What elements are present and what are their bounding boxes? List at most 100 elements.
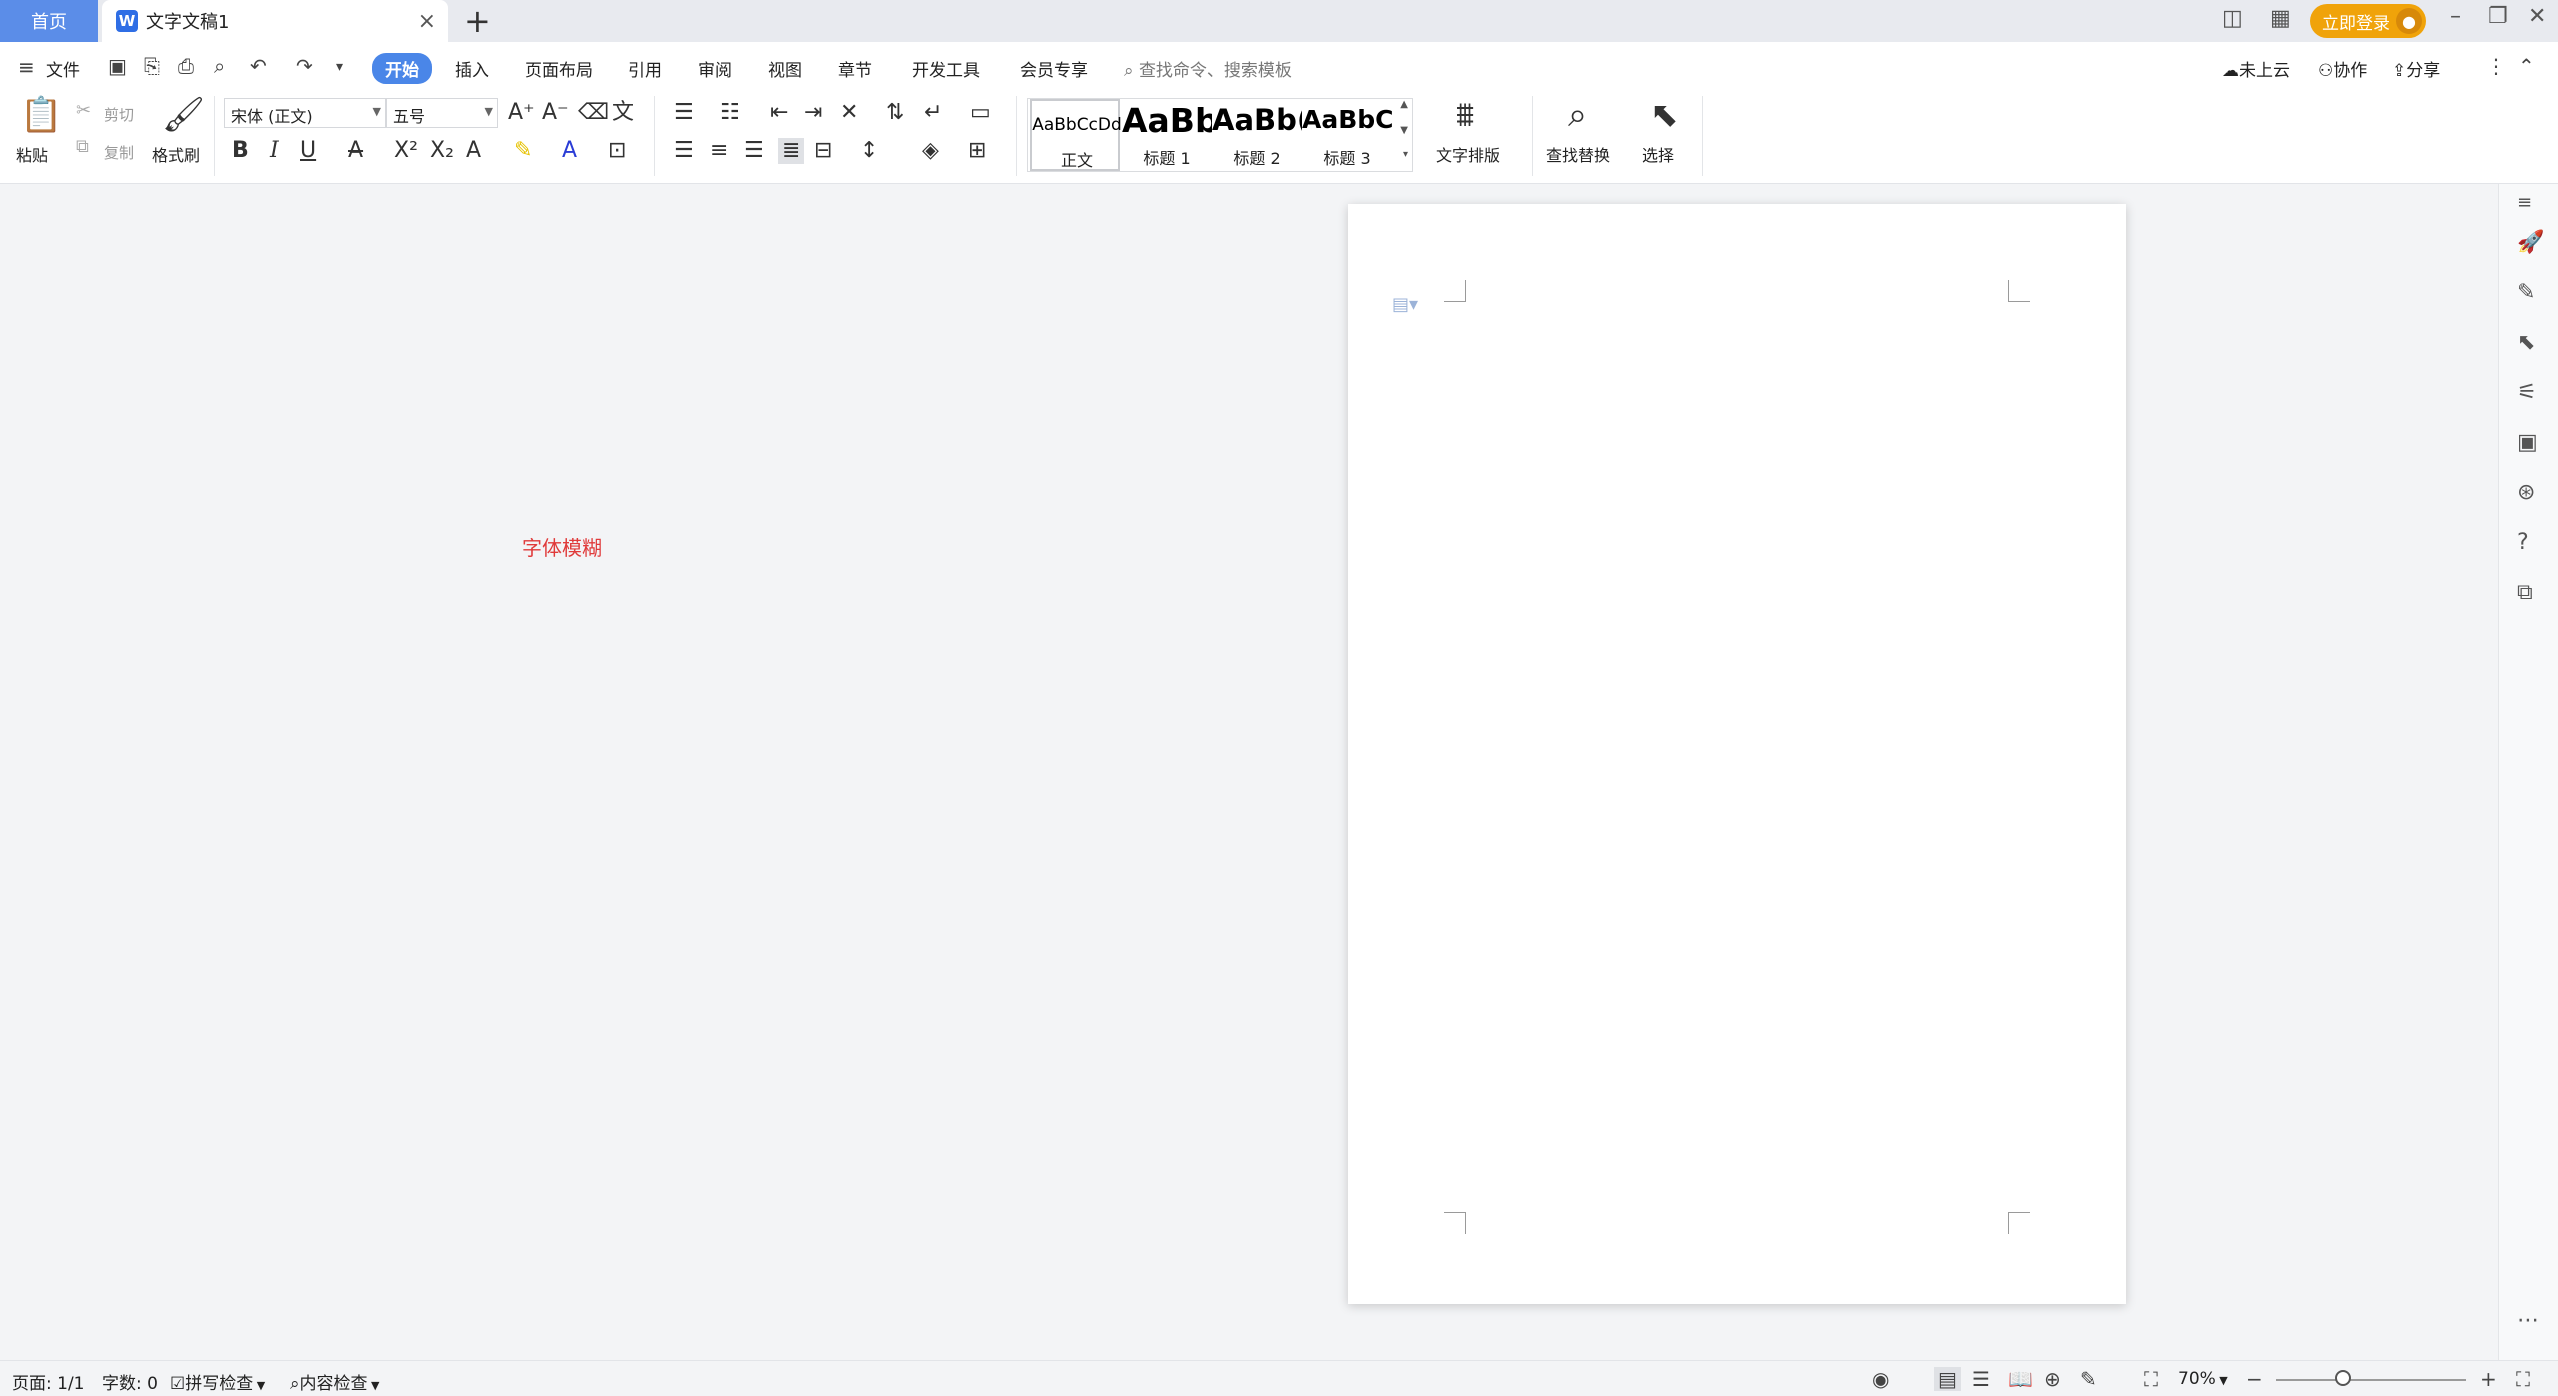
tab-developer[interactable]: 开发工具 [912, 56, 980, 81]
subscript-icon[interactable]: X₂ [430, 140, 454, 162]
restore-icon[interactable]: ❐ [2488, 4, 2508, 29]
superscript-icon[interactable]: X² [394, 140, 418, 162]
tab-references[interactable]: 引用 [628, 56, 662, 81]
reading-view-icon[interactable]: 📖 [2008, 1367, 2033, 1391]
align-right-icon[interactable]: ☰ [744, 140, 764, 162]
style-normal[interactable]: AaBbCcDd 正文 [1030, 99, 1122, 171]
undo-icon[interactable]: ↶ [250, 54, 267, 78]
bullet-list-icon[interactable]: ☰ [674, 102, 694, 124]
cloud-status-button[interactable]: ☁未上云 [2222, 56, 2290, 81]
sliders-icon[interactable]: ⚟ [2517, 380, 2537, 405]
menu-hamburger-icon[interactable]: ≡ [18, 55, 35, 79]
style-heading-3[interactable]: AaBbC 标题 3 [1302, 99, 1392, 171]
strikethrough-icon[interactable]: A [348, 140, 363, 162]
fit-page-icon[interactable]: ⛶ [2144, 1367, 2158, 1391]
tab-page-layout[interactable]: 页面布局 [525, 56, 593, 81]
export-pdf-icon[interactable]: ⎘ [144, 54, 160, 78]
save-icon[interactable]: ▣ [108, 54, 127, 78]
select-cursor-icon[interactable]: ⬉ [1650, 98, 1679, 132]
zoom-in-icon[interactable]: + [2480, 1367, 2497, 1391]
zoom-slider[interactable] [2276, 1379, 2466, 1381]
spell-check-button[interactable]: ☑拼写检查 ▼ [170, 1369, 265, 1394]
fullscreen-icon[interactable]: ⛶ [2516, 1367, 2530, 1391]
document-tab[interactable]: W 文字文稿1 × [102, 0, 448, 42]
tab-view[interactable]: 视图 [768, 56, 802, 81]
font-size-select[interactable]: 五号 ▼ [386, 98, 498, 128]
close-window-icon[interactable]: ✕ [2528, 4, 2546, 29]
select-button[interactable]: 选择 [1642, 142, 1674, 166]
align-left-icon[interactable]: ☰ [674, 140, 694, 162]
customize-quick-access-icon[interactable]: ▾ [336, 59, 343, 75]
grow-font-icon[interactable]: A⁺ [508, 102, 535, 124]
bold-icon[interactable]: B [232, 140, 249, 162]
more-options-icon[interactable]: ⋮ [2486, 54, 2506, 78]
styles-scroll-up-icon[interactable]: ▲ [1400, 99, 1408, 110]
tab-member[interactable]: 会员专享 [1020, 56, 1088, 81]
character-border-icon[interactable]: ⊡ [608, 140, 626, 162]
rocket-icon[interactable]: 🚀 [2517, 230, 2544, 255]
book-icon[interactable]: ⧉ [2517, 580, 2533, 605]
paste-button[interactable]: 粘贴 [16, 142, 48, 166]
new-tab-button[interactable]: + [464, 2, 491, 40]
layout-toggle-icon[interactable]: ◫ [2222, 6, 2243, 31]
tab-insert[interactable]: 插入 [455, 56, 489, 81]
apps-grid-icon[interactable]: ▦ [2270, 6, 2291, 31]
zoom-level[interactable]: 70% ▼ [2178, 1369, 2228, 1389]
web-view-icon[interactable]: ⊕ [2044, 1367, 2061, 1391]
italic-icon[interactable]: I [270, 140, 279, 162]
sort-icon[interactable]: ⇅ [886, 102, 904, 124]
print-preview-icon[interactable]: ⌕ [214, 54, 225, 78]
style-heading-1[interactable]: AaBb 标题 1 [1122, 99, 1212, 171]
help-icon[interactable]: ? [2517, 530, 2529, 555]
document-workspace[interactable]: 字体模糊 ▤▾ [0, 184, 2498, 1360]
decrease-indent-icon[interactable]: ⇤ [770, 102, 788, 124]
style-heading-2[interactable]: AaBb( 标题 2 [1212, 99, 1302, 171]
word-count[interactable]: 字数: 0 [102, 1369, 158, 1394]
text-effects-icon[interactable]: A [466, 140, 481, 162]
highlight-icon[interactable]: ✎ [514, 140, 532, 162]
line-spacing-icon[interactable]: ↕ [860, 140, 878, 162]
copy-button[interactable]: 复制 [104, 142, 134, 163]
borders-icon[interactable]: ⊞ [968, 140, 986, 162]
backup-icon[interactable]: ⊛ [2517, 480, 2535, 505]
clear-format-icon[interactable]: ⌫ [578, 102, 609, 124]
shading-icon[interactable]: ◈ [922, 140, 939, 162]
align-center-icon[interactable]: ≡ [710, 140, 728, 162]
increase-indent-icon[interactable]: ⇥ [804, 102, 822, 124]
justify-icon[interactable]: ≣ [778, 138, 805, 164]
shrink-font-icon[interactable]: A⁻ [542, 102, 569, 124]
collapse-ribbon-icon[interactable]: ⌃ [2518, 54, 2535, 78]
close-tab-icon[interactable]: × [418, 9, 436, 34]
more-icon[interactable]: ⋯ [2517, 1308, 2539, 1333]
format-painter-icon[interactable]: 🖌 [162, 98, 205, 132]
command-search[interactable]: ⌕ 查找命令、搜索模板 [1124, 56, 1292, 81]
underline-icon[interactable]: U [300, 140, 316, 162]
pen-edit-icon[interactable]: ✎ [2517, 280, 2535, 305]
tab-home[interactable]: 开始 [372, 53, 432, 84]
login-button[interactable]: 立即登录 ● [2310, 4, 2426, 38]
file-menu[interactable]: 文件 [46, 56, 80, 81]
tab-chapter[interactable]: 章节 [838, 56, 872, 81]
outline-view-icon[interactable]: ☰ [1972, 1367, 1990, 1391]
zoom-out-icon[interactable]: − [2246, 1367, 2263, 1391]
chinese-layout-icon[interactable]: ✕ [840, 102, 858, 124]
panel-menu-icon[interactable]: ≡ [2517, 192, 2532, 213]
share-button[interactable]: ⇪分享 [2392, 56, 2440, 81]
collaborate-button[interactable]: ⚇协作 [2318, 56, 2367, 81]
pointer-icon[interactable]: ⬉ [2517, 330, 2535, 355]
print-icon[interactable]: ⎙ [178, 54, 194, 78]
page-view-icon[interactable]: ▤ [1934, 1367, 1961, 1391]
font-name-select[interactable]: 宋体 (正文) ▼ [224, 98, 386, 128]
home-tab[interactable]: 首页 [0, 0, 98, 42]
phonetic-guide-icon[interactable]: 文 [612, 102, 634, 124]
text-layout-icon[interactable]: ⩩ [1456, 98, 1474, 132]
minimize-icon[interactable]: – [2450, 4, 2461, 29]
find-replace-icon[interactable]: ⌕ [1568, 98, 1587, 132]
text-layout-button[interactable]: 文字排版 [1436, 142, 1500, 166]
find-replace-button[interactable]: 查找替换 [1546, 142, 1610, 166]
redo-icon[interactable]: ↷ [296, 54, 313, 78]
content-check-button[interactable]: ⌕内容检查 ▼ [290, 1369, 380, 1394]
tab-review[interactable]: 审阅 [698, 56, 732, 81]
styles-expand-icon[interactable]: ▾ [1403, 149, 1408, 160]
cut-button[interactable]: 剪切 [104, 104, 134, 125]
